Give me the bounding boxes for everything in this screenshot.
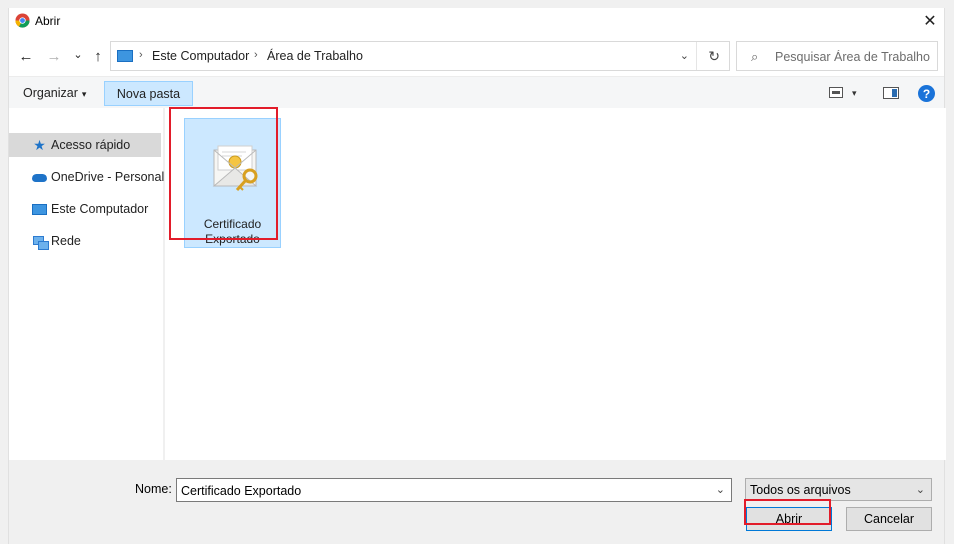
sidebar-item-label: Este Computador bbox=[51, 202, 149, 216]
view-options-caret-icon[interactable]: ▾ bbox=[852, 88, 857, 99]
breadcrumb-este-computador[interactable]: Este Computador bbox=[152, 49, 249, 63]
file-highlight-annotation bbox=[169, 107, 278, 240]
file-name-label: Nome: bbox=[135, 482, 172, 496]
forward-button[interactable]: → bbox=[45, 48, 63, 65]
caret-down-icon: ▾ bbox=[81, 89, 87, 99]
address-divider bbox=[696, 42, 697, 70]
up-button[interactable]: ↑ bbox=[89, 48, 107, 65]
address-bar[interactable]: › Este Computador › Área de Trabalho ⌄ ↻ bbox=[110, 41, 730, 71]
recent-locations-button[interactable]: ⌄ bbox=[69, 46, 87, 62]
chevron-down-icon: ⌄ bbox=[915, 484, 925, 496]
cloud-icon bbox=[32, 171, 47, 184]
chrome-app-icon bbox=[15, 13, 30, 28]
change-view-icon[interactable] bbox=[829, 87, 843, 98]
breadcrumb-separator-icon: › bbox=[139, 49, 143, 61]
help-icon[interactable]: ? bbox=[918, 85, 935, 102]
sidebar-item-label: Rede bbox=[51, 234, 81, 248]
breadcrumb-area-de-trabalho[interactable]: Área de Trabalho bbox=[267, 49, 363, 63]
file-type-value: Todos os arquivos bbox=[750, 483, 851, 497]
new-folder-button[interactable]: Nova pasta bbox=[104, 81, 193, 106]
computer-icon bbox=[32, 203, 47, 216]
file-list: Certificado Exportado bbox=[165, 108, 946, 460]
search-icon: ⌕ bbox=[751, 49, 759, 64]
navigation-bar: ← → ⌄ ↑ › Este Computador › Área de Trab… bbox=[9, 34, 944, 76]
search-box[interactable]: ⌕ bbox=[736, 41, 938, 71]
breadcrumb-separator-icon: › bbox=[254, 49, 258, 61]
window-title: Abrir bbox=[35, 14, 61, 28]
sidebar-item-este-computador[interactable]: Este Computador bbox=[9, 197, 161, 221]
organize-label: Organizar bbox=[23, 86, 78, 100]
file-name-field[interactable]: ⌄ bbox=[176, 478, 732, 502]
preview-pane-icon[interactable] bbox=[883, 87, 899, 99]
network-icon bbox=[32, 235, 49, 250]
file-type-filter[interactable]: Todos os arquivos ⌄ bbox=[745, 478, 932, 501]
command-toolbar: Organizar ▾ Nova pasta ▾ ? bbox=[9, 76, 944, 108]
file-name-input[interactable] bbox=[181, 483, 701, 498]
refresh-button[interactable]: ↻ bbox=[708, 48, 720, 65]
navigation-pane: ★ Acesso rápido OneDrive - Personal Este… bbox=[9, 108, 164, 460]
search-input[interactable] bbox=[775, 48, 935, 65]
sidebar-item-onedrive[interactable]: OneDrive - Personal bbox=[9, 165, 165, 189]
open-file-dialog: Abrir ✕ ← → ⌄ ↑ › Este Computador › Área… bbox=[8, 8, 946, 544]
title-bar: Abrir ✕ bbox=[9, 8, 944, 34]
chevron-down-icon[interactable]: ⌄ bbox=[716, 483, 725, 496]
sidebar-item-rede[interactable]: Rede bbox=[9, 229, 161, 253]
cancel-button[interactable]: Cancelar bbox=[846, 507, 932, 531]
organize-menu-button[interactable]: Organizar ▾ bbox=[23, 86, 86, 100]
close-button[interactable]: ✕ bbox=[916, 8, 944, 34]
computer-icon bbox=[117, 50, 133, 62]
sidebar-item-acesso-rapido[interactable]: ★ Acesso rápido bbox=[9, 133, 161, 157]
back-button[interactable]: ← bbox=[17, 48, 35, 65]
star-icon: ★ bbox=[33, 137, 46, 153]
open-button-highlight-annotation bbox=[744, 499, 831, 525]
sidebar-item-label: OneDrive - Personal bbox=[51, 170, 165, 184]
address-dropdown-icon[interactable]: ⌄ bbox=[680, 49, 689, 62]
sidebar-item-label: Acesso rápido bbox=[51, 138, 131, 152]
